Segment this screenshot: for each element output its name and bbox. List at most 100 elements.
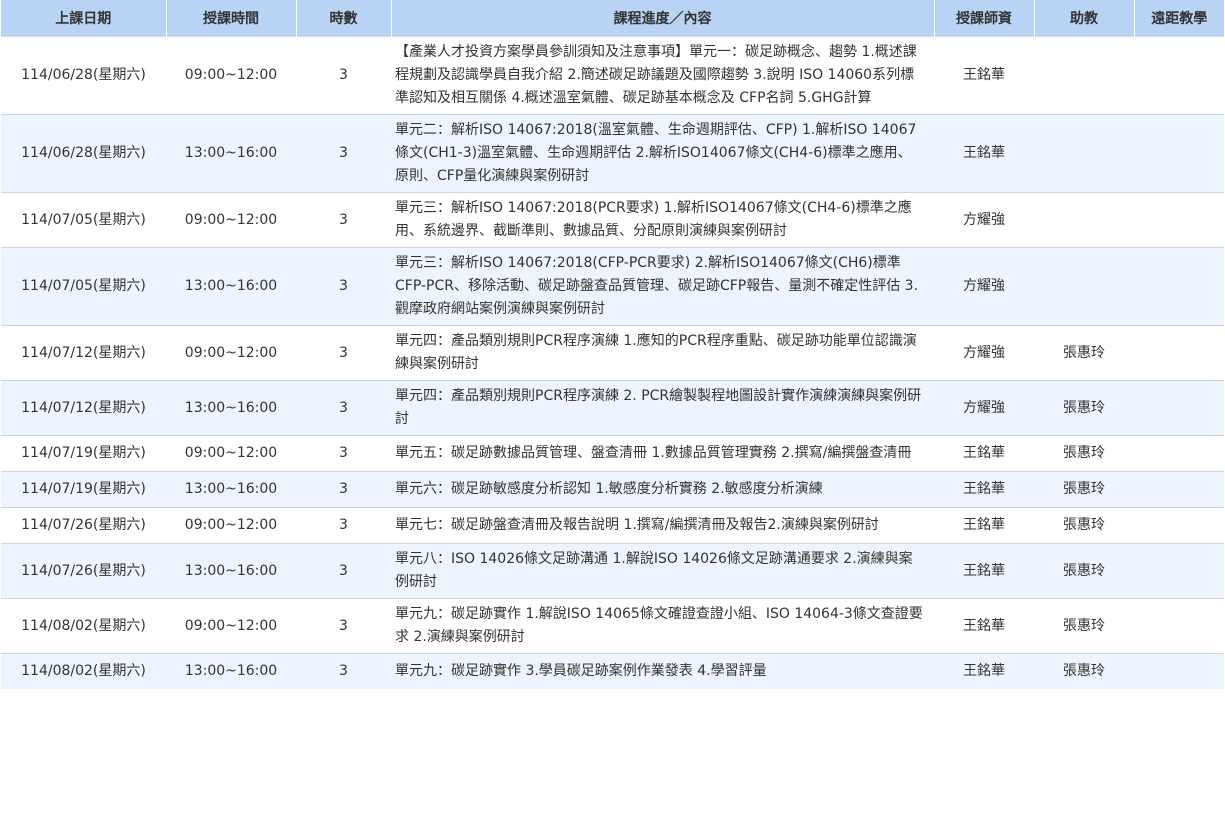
cell-remote	[1134, 653, 1224, 689]
table-row: 114/07/26(星期六) 09:00~12:00 3 單元七：碳足跡盤查清冊…	[1, 507, 1224, 544]
table-row: 114/07/12(星期六) 09:00~12:00 3 單元四：產品類別規則P…	[1, 325, 1224, 381]
table-header-row: 上課日期 授課時間 時數 課程進度／內容 授課師資 助教 遠距教學	[1, 0, 1224, 37]
cell-assistant	[1034, 247, 1134, 326]
cell-assistant	[1034, 114, 1134, 193]
course-schedule-table: 上課日期 授課時間 時數 課程進度／內容 授課師資 助教 遠距教學 114/06…	[1, 0, 1224, 689]
cell-content: 單元八：ISO 14026條文足跡溝通 1.解說ISO 14026條文足跡溝通要…	[391, 543, 934, 599]
header-time: 授課時間	[165, 0, 296, 37]
cell-time: 13:00~16:00	[166, 653, 296, 689]
cell-assistant: 張惠玲	[1034, 380, 1134, 436]
cell-content: 單元五：碳足跡數據品質管理、盤查清冊 1.數據品質管理實務 2.撰寫/編撰盤查清…	[391, 435, 934, 472]
cell-assistant: 張惠玲	[1034, 435, 1134, 472]
cell-teacher: 王銘華	[934, 543, 1034, 599]
cell-hours: 3	[296, 653, 391, 689]
header-remote: 遠距教學	[1133, 0, 1224, 37]
cell-teacher: 王銘華	[934, 435, 1034, 472]
cell-remote	[1134, 507, 1224, 544]
cell-assistant: 張惠玲	[1034, 598, 1134, 654]
cell-content: 單元二：解析ISO 14067:2018(溫室氣體、生命週期評估、CFP) 1.…	[391, 114, 934, 193]
cell-teacher: 王銘華	[934, 598, 1034, 654]
cell-content: 【產業人才投資方案學員參訓須知及注意事項】單元一：碳足跡概念、趨勢 1.概述課程…	[391, 36, 934, 115]
table-row: 114/07/05(星期六) 09:00~12:00 3 單元三：解析ISO 1…	[1, 192, 1224, 248]
cell-remote	[1134, 380, 1224, 436]
table-row: 114/07/26(星期六) 13:00~16:00 3 單元八：ISO 140…	[1, 543, 1224, 599]
cell-remote	[1134, 247, 1224, 326]
cell-hours: 3	[296, 543, 391, 599]
cell-remote	[1134, 114, 1224, 193]
cell-date: 114/07/05(星期六)	[1, 192, 166, 248]
cell-remote	[1134, 598, 1224, 654]
cell-hours: 3	[296, 36, 391, 115]
cell-content: 單元四：產品類別規則PCR程序演練 2. PCR繪製製程地圖設計實作演練演練與案…	[391, 380, 934, 436]
cell-hours: 3	[296, 114, 391, 193]
cell-date: 114/07/26(星期六)	[1, 543, 166, 599]
cell-time: 09:00~12:00	[166, 598, 296, 654]
cell-hours: 3	[296, 471, 391, 508]
cell-hours: 3	[296, 192, 391, 248]
cell-time: 09:00~12:00	[166, 507, 296, 544]
table-row: 114/08/02(星期六) 13:00~16:00 3 單元九：碳足跡實作 3…	[1, 653, 1224, 689]
cell-time: 09:00~12:00	[166, 192, 296, 248]
cell-date: 114/07/19(星期六)	[1, 435, 166, 472]
cell-date: 114/07/26(星期六)	[1, 507, 166, 544]
cell-hours: 3	[296, 325, 391, 381]
cell-date: 114/07/19(星期六)	[1, 471, 166, 508]
cell-remote	[1134, 325, 1224, 381]
cell-time: 13:00~16:00	[166, 247, 296, 326]
header-hours: 時數	[295, 0, 391, 37]
cell-assistant: 張惠玲	[1034, 471, 1134, 508]
cell-hours: 3	[296, 247, 391, 326]
cell-date: 114/07/12(星期六)	[1, 325, 166, 381]
cell-assistant: 張惠玲	[1034, 507, 1134, 544]
cell-date: 114/06/28(星期六)	[1, 114, 166, 193]
cell-date: 114/07/12(星期六)	[1, 380, 166, 436]
cell-hours: 3	[296, 380, 391, 436]
cell-remote	[1134, 471, 1224, 508]
cell-hours: 3	[296, 507, 391, 544]
table-row: 114/08/02(星期六) 09:00~12:00 3 單元九：碳足跡實作 1…	[1, 598, 1224, 654]
cell-hours: 3	[296, 598, 391, 654]
cell-date: 114/08/02(星期六)	[1, 653, 166, 689]
cell-remote	[1134, 543, 1224, 599]
cell-content: 單元三：解析ISO 14067:2018(CFP-PCR要求) 2.解析ISO1…	[391, 247, 934, 326]
cell-content: 單元九：碳足跡實作 1.解說ISO 14065條文確證查證小組、ISO 1406…	[391, 598, 934, 654]
cell-remote	[1134, 192, 1224, 248]
cell-remote	[1134, 435, 1224, 472]
cell-time: 09:00~12:00	[166, 435, 296, 472]
cell-teacher: 王銘華	[934, 653, 1034, 689]
cell-content: 單元四：產品類別規則PCR程序演練 1.應知的PCR程序重點、碳足跡功能單位認識…	[391, 325, 934, 381]
cell-time: 09:00~12:00	[166, 325, 296, 381]
cell-time: 13:00~16:00	[166, 114, 296, 193]
cell-date: 114/07/05(星期六)	[1, 247, 166, 326]
cell-content: 單元九：碳足跡實作 3.學員碳足跡案例作業發表 4.學習評量	[391, 653, 934, 689]
table-row: 114/07/12(星期六) 13:00~16:00 3 單元四：產品類別規則P…	[1, 380, 1224, 436]
cell-time: 09:00~12:00	[166, 36, 296, 115]
header-content: 課程進度／內容	[390, 0, 934, 37]
table-row: 114/07/19(星期六) 09:00~12:00 3 單元五：碳足跡數據品質…	[1, 435, 1224, 472]
cell-assistant: 張惠玲	[1034, 653, 1134, 689]
cell-date: 114/06/28(星期六)	[1, 36, 166, 115]
cell-assistant: 張惠玲	[1034, 325, 1134, 381]
cell-hours: 3	[296, 435, 391, 472]
cell-time: 13:00~16:00	[166, 543, 296, 599]
cell-teacher: 王銘華	[934, 36, 1034, 115]
cell-teacher: 王銘華	[934, 114, 1034, 193]
table-row: 114/06/28(星期六) 13:00~16:00 3 單元二：解析ISO 1…	[1, 114, 1224, 193]
cell-teacher: 方耀強	[934, 192, 1034, 248]
header-teacher: 授課師資	[933, 0, 1034, 37]
table-row: 114/07/19(星期六) 13:00~16:00 3 單元六：碳足跡敏感度分…	[1, 471, 1224, 508]
cell-content: 單元六：碳足跡敏感度分析認知 1.敏感度分析實務 2.敏感度分析演練	[391, 471, 934, 508]
table-row: 114/06/28(星期六) 09:00~12:00 3 【產業人才投資方案學員…	[1, 36, 1224, 115]
table-row: 114/07/05(星期六) 13:00~16:00 3 單元三：解析ISO 1…	[1, 247, 1224, 326]
header-assistant: 助教	[1033, 0, 1134, 37]
cell-teacher: 方耀強	[934, 247, 1034, 326]
cell-teacher: 王銘華	[934, 471, 1034, 508]
cell-assistant	[1034, 192, 1134, 248]
cell-time: 13:00~16:00	[166, 380, 296, 436]
cell-teacher: 王銘華	[934, 507, 1034, 544]
cell-teacher: 方耀強	[934, 325, 1034, 381]
cell-content: 單元七：碳足跡盤查清冊及報告說明 1.撰寫/編撰清冊及報告2.演練與案例研討	[391, 507, 934, 544]
cell-assistant	[1034, 36, 1134, 115]
cell-remote	[1134, 36, 1224, 115]
cell-assistant: 張惠玲	[1034, 543, 1134, 599]
